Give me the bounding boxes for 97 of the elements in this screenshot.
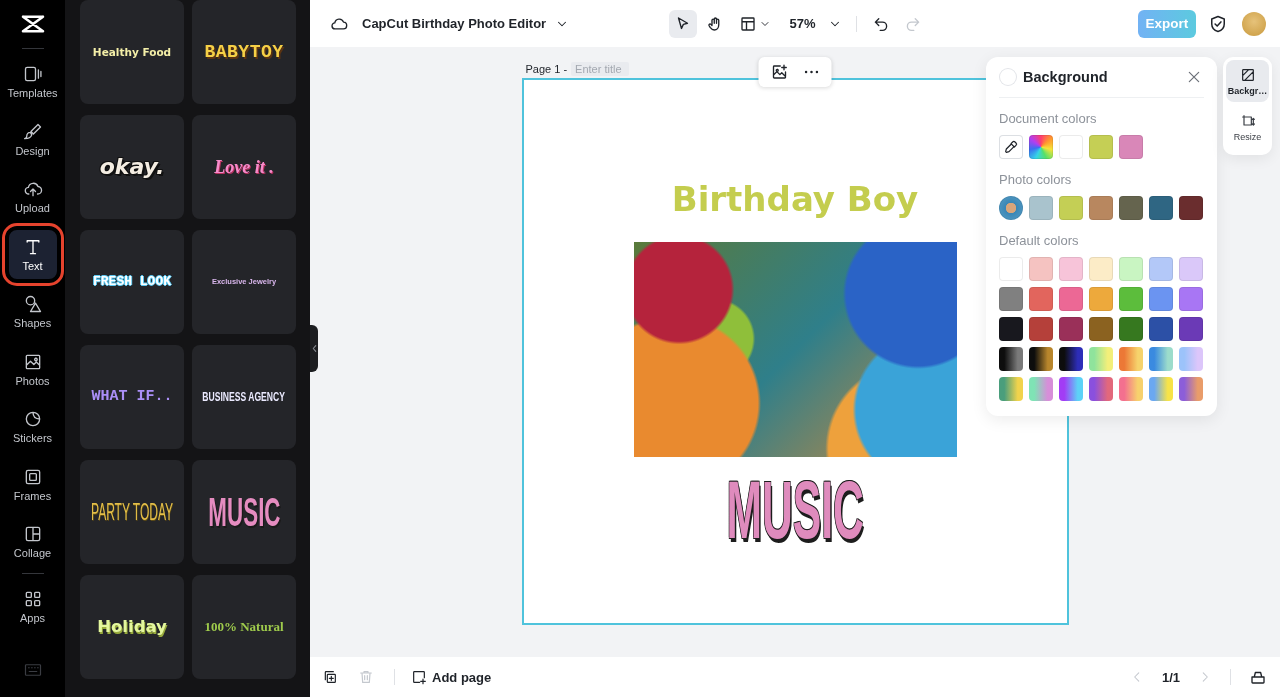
text-style-card[interactable]: Love it . [192, 115, 296, 219]
gradient-swatch-icon[interactable] [1059, 347, 1083, 371]
sidebar-item[interactable]: Frames [4, 455, 61, 513]
color-swatch-icon[interactable] [1179, 317, 1203, 341]
shield-check-icon [1208, 13, 1228, 34]
page-counter: 1/1 [1161, 669, 1180, 685]
text-style-card[interactable]: BUSINESS AGENCY [192, 345, 296, 449]
layout-icon [739, 14, 758, 33]
copy-plus-icon [322, 669, 338, 685]
photo-thumbnail[interactable] [999, 196, 1023, 220]
side-tab[interactable]: Resize [1226, 106, 1269, 148]
color-swatch-icon[interactable] [1119, 317, 1143, 341]
sidebar-item[interactable]: Upload [4, 168, 61, 226]
sidebar-item[interactable]: Collage [4, 513, 61, 571]
color-swatch-icon[interactable] [1089, 257, 1113, 281]
color-swatch-icon[interactable] [1089, 317, 1113, 341]
page-heading: Birthday Boy [671, 178, 919, 221]
color-swatch-icon[interactable] [1149, 257, 1173, 281]
color-swatch-icon[interactable] [999, 287, 1023, 311]
sidebar-item[interactable]: Apps [4, 577, 61, 635]
collapse-handle[interactable] [310, 325, 318, 372]
gradient-swatch-icon[interactable] [1179, 377, 1203, 401]
color-swatch-icon[interactable] [1179, 196, 1203, 220]
add-page-button[interactable]: Add page [411, 669, 492, 685]
gradient-swatch-icon[interactable] [1149, 347, 1173, 371]
side-tab[interactable]: Backgr… [1226, 60, 1269, 102]
text-style-card[interactable]: FRESH LOOK [80, 230, 184, 334]
color-swatch-icon[interactable] [999, 317, 1023, 341]
shield-button[interactable] [1208, 13, 1228, 34]
color-swatch-icon[interactable] [1089, 135, 1113, 159]
color-swatch-icon[interactable] [1179, 257, 1203, 281]
sidebar-item[interactable]: Stickers [4, 398, 61, 456]
color-swatch-icon[interactable] [1149, 317, 1173, 341]
sidebar-item[interactable]: Design [4, 110, 61, 168]
eyedropper-icon [1003, 139, 1019, 155]
gradient-swatch-icon[interactable] [1089, 347, 1113, 371]
gradient-swatch-icon[interactable] [1029, 377, 1053, 401]
text-style-card[interactable]: BABYTOY [192, 0, 296, 104]
color-swatch-icon[interactable] [1089, 287, 1113, 311]
page-label: Page 1 - [525, 63, 568, 75]
avatar[interactable] [1242, 11, 1266, 36]
duplicate-page-button[interactable] [322, 669, 338, 685]
gradient-swatch-icon[interactable] [999, 347, 1023, 371]
color-swatch-icon[interactable] [1119, 287, 1143, 311]
color-swatch-icon[interactable] [1089, 196, 1113, 220]
color-swatch-icon[interactable] [1119, 196, 1143, 220]
brush-icon [22, 121, 43, 142]
eyedropper-button[interactable] [999, 135, 1023, 159]
zoom-button[interactable]: 57% [785, 9, 846, 38]
color-swatch-icon[interactable] [1149, 287, 1173, 311]
gradient-swatch-icon[interactable] [999, 377, 1023, 401]
gradient-swatch-icon[interactable] [1089, 377, 1113, 401]
trash-icon [358, 669, 374, 685]
gradient-swatch-icon[interactable] [1179, 347, 1203, 371]
sidebar-item[interactable]: Shapes [4, 283, 61, 341]
gradient-swatch-icon[interactable] [1149, 377, 1173, 401]
color-swatch-icon[interactable] [1029, 287, 1053, 311]
text-style-card[interactable]: MUSIC [192, 460, 296, 564]
logo-icon[interactable] [19, 14, 46, 34]
text-style-card[interactable]: 100% Natural [192, 575, 296, 679]
keyboard-icon [23, 663, 42, 677]
color-swatch-icon[interactable] [1029, 196, 1053, 220]
spectrum-swatch-icon[interactable] [1029, 135, 1053, 159]
sidebar-item[interactable]: Text [4, 225, 61, 283]
text-style-card[interactable]: Healthy Food [80, 0, 184, 104]
image-plus-icon [770, 63, 788, 81]
square-plus-icon [411, 669, 427, 685]
color-swatch-icon[interactable] [1179, 287, 1203, 311]
color-swatch-icon[interactable] [1059, 257, 1083, 281]
close-button[interactable] [1186, 69, 1202, 85]
color-swatch-icon[interactable] [1059, 196, 1083, 220]
color-swatch-icon[interactable] [1119, 135, 1143, 159]
square-arrows-icon [1239, 112, 1256, 129]
sidebar-item[interactable]: Photos [4, 340, 61, 398]
project-title-button[interactable]: CapCut Birthday Photo Editor [362, 16, 570, 31]
pointer-tool-button[interactable] [669, 9, 698, 38]
color-swatch-icon[interactable] [1029, 257, 1053, 281]
text-style-card[interactable]: PARTY TODAY [80, 460, 184, 564]
color-swatch-icon[interactable] [1119, 257, 1143, 281]
color-swatch-icon[interactable] [1059, 287, 1083, 311]
gradient-swatch-icon[interactable] [1119, 377, 1143, 401]
text-style-card[interactable]: okay. [80, 115, 184, 219]
close-icon [1186, 69, 1202, 85]
gradient-swatch-icon[interactable] [1059, 377, 1083, 401]
color-swatch-icon[interactable] [1029, 317, 1053, 341]
gradient-swatch-icon[interactable] [1029, 347, 1053, 371]
text-style-card[interactable]: Holiday [80, 575, 184, 679]
keyboard-button[interactable] [23, 663, 42, 677]
more-icon [804, 70, 818, 74]
color-swatch-icon[interactable] [1059, 317, 1083, 341]
text-style-card[interactable]: WHAT IF.. [80, 345, 184, 449]
color-swatch-icon[interactable] [1149, 196, 1173, 220]
sidebar-item[interactable]: Templates [4, 53, 61, 111]
sticker-text: MUSIC [726, 475, 864, 545]
gradient-swatch-icon[interactable] [1119, 347, 1143, 371]
title-field[interactable]: Enter title [571, 62, 630, 76]
chevron-left-icon [311, 344, 317, 353]
